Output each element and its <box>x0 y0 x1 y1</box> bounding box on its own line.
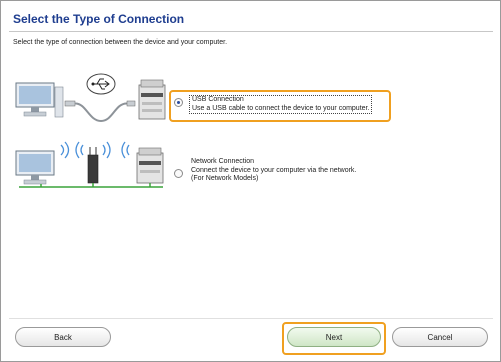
usb-connection-title: USB Connection <box>192 96 244 103</box>
network-connection-note: (For Network Models) <box>191 175 259 182</box>
next-button[interactable]: Next <box>287 327 381 347</box>
page-instruction: Select the type of connection between th… <box>13 39 228 46</box>
wifi-waves-icon <box>121 141 130 159</box>
printer-icon <box>138 79 166 120</box>
usb-cable-icon <box>64 100 136 123</box>
network-connection-label: Network Connection Connect the device to… <box>189 158 356 184</box>
wizard-window: Select the Type of Connection Select the… <box>0 0 501 362</box>
computer-icon <box>15 150 55 187</box>
usb-symbol-icon <box>86 73 116 95</box>
printer-icon <box>136 147 164 187</box>
page-title: Select the Type of Connection <box>13 12 185 26</box>
back-button[interactable]: Back <box>15 327 111 347</box>
usb-connection-option[interactable]: USB Connection Use a USB cable to connec… <box>174 95 373 114</box>
usb-connection-description: Use a USB cable to connect the device to… <box>192 104 370 112</box>
network-connection-description: Connect the device to your computer via … <box>191 166 357 174</box>
computer-icon <box>15 82 64 118</box>
wifi-router-icon <box>75 141 111 187</box>
network-connection-illustration <box>15 141 164 188</box>
network-connection-radio[interactable] <box>174 169 183 178</box>
footer-divider <box>9 318 493 319</box>
wifi-waves-icon <box>60 141 70 159</box>
cancel-button[interactable]: Cancel <box>392 327 488 347</box>
network-connection-title: Network Connection <box>191 158 255 165</box>
usb-connection-radio[interactable] <box>174 98 183 107</box>
usb-connection-illustration <box>15 73 166 123</box>
network-connection-option[interactable]: Network Connection Connect the device to… <box>174 158 356 184</box>
usb-connection-label: USB Connection Use a USB cable to connec… <box>189 95 373 114</box>
title-divider <box>9 31 493 32</box>
